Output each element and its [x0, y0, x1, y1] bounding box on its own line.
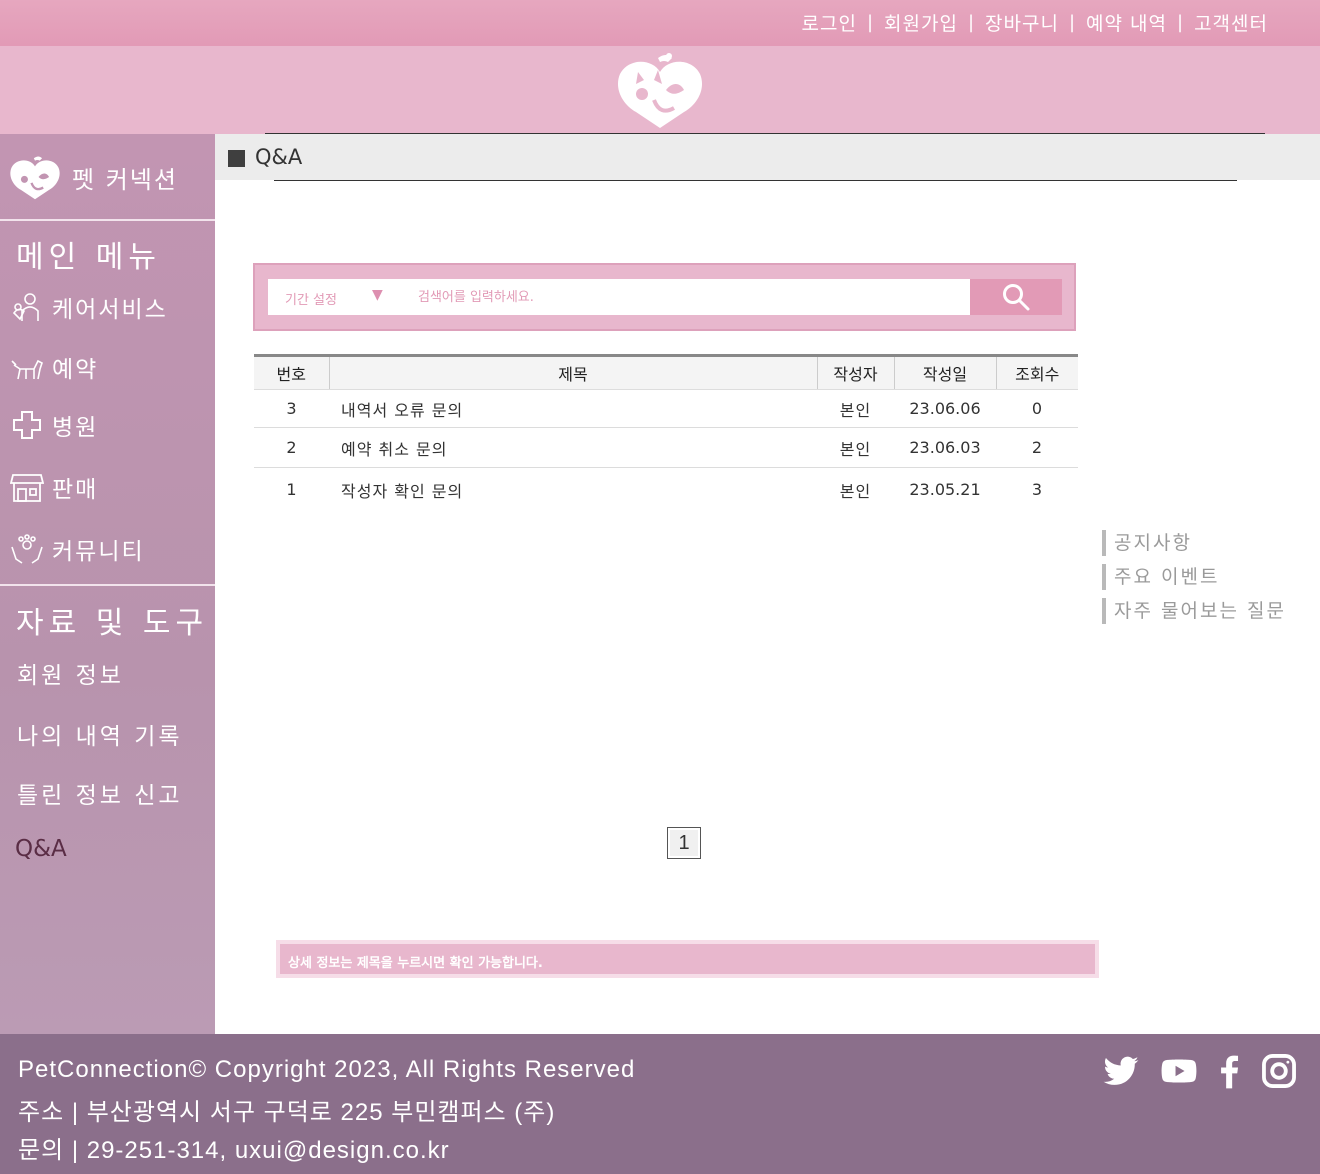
quick-link-notices[interactable]: 공지사항 [1102, 530, 1286, 556]
column-header: 작성일 [893, 354, 996, 390]
column-header: 제목 [328, 354, 817, 390]
row-views: 0 [996, 389, 1078, 428]
footer-contact: 문의 | 29-251-314, uxui@design.co.kr [18, 1137, 450, 1164]
column-header: 작성자 [816, 354, 894, 390]
title-divider [274, 180, 1237, 181]
sidebar-divider [0, 219, 215, 221]
page-title-strip: Q&A [215, 134, 1320, 180]
search-input[interactable] [418, 279, 958, 315]
chevron-down-icon[interactable]: ▼ [372, 287, 383, 303]
signup-link[interactable]: 회원가입 [884, 9, 958, 36]
sidebar-link-my-history[interactable]: 나의 내역 기록 [17, 717, 183, 751]
sidebar-link-report-error[interactable]: 틀린 정보 신고 [17, 776, 183, 810]
column-header: 조회수 [995, 354, 1078, 390]
table-row[interactable]: 1 작성자 확인 문의 본인 23.05.21 3 [254, 468, 1078, 512]
sidebar-brand[interactable]: 펫 커넥션 [8, 152, 178, 202]
separator: | [1177, 12, 1185, 33]
search-button[interactable] [970, 279, 1062, 315]
title-divider [265, 133, 1265, 134]
sidebar-item-reservation[interactable]: 예약 [10, 350, 98, 384]
period-select[interactable]: 기간 설정 [285, 289, 337, 308]
qna-table: 번호 제목 작성자 작성일 조회수 3 내역서 오류 문의 본인 23.06.0… [254, 354, 1078, 512]
row-number: 3 [254, 389, 329, 428]
row-writer: 본인 [817, 389, 894, 428]
cart-link[interactable]: 장바구니 [985, 9, 1059, 36]
footer-copyright: PetConnection© Copyright 2023, All Right… [18, 1056, 636, 1083]
table-row[interactable]: 2 예약 취소 문의 본인 23.06.03 2 [254, 427, 1078, 468]
row-title-link[interactable]: 내역서 오류 문의 [329, 389, 817, 428]
notice-text: 상세 정보는 제목을 누르시면 확인 가능합니다. [288, 956, 543, 971]
sidebar: 펫 커넥션 메인 메뉴 케어서비스 예약 병원 판매 커뮤니티 자료 및 도구 [0, 134, 215, 1034]
care-service-icon [12, 293, 39, 321]
row-title-link[interactable]: 작성자 확인 문의 [329, 468, 817, 512]
sidebar-divider [0, 584, 215, 586]
sidebar-item-hospital[interactable]: 병원 [10, 408, 98, 442]
sidebar-item-label: 병원 [52, 415, 99, 441]
title-square-icon [228, 150, 245, 167]
row-date: 23.06.03 [894, 427, 996, 468]
sidebar-item-label: 커뮤니티 [52, 539, 145, 565]
sidebar-item-label: 예약 [52, 357, 99, 383]
page-button-current[interactable]: 1 [667, 827, 701, 859]
row-number: 2 [254, 427, 329, 468]
table-row[interactable]: 3 내역서 오류 문의 본인 23.06.06 0 [254, 389, 1078, 428]
row-views: 2 [996, 427, 1078, 468]
facebook-icon[interactable] [1210, 1052, 1248, 1090]
row-writer: 본인 [817, 427, 894, 468]
community-hands-icon [11, 534, 43, 564]
row-date: 23.06.06 [894, 389, 996, 428]
sidebar-link-qna[interactable]: Q&A [15, 836, 67, 862]
sidebar-item-sales[interactable]: 판매 [10, 470, 98, 504]
table-header-row: 번호 제목 작성자 작성일 조회수 [254, 354, 1078, 390]
brand-name: 펫 커넥션 [72, 165, 178, 194]
footer-address: 주소 | 부산광역시 서구 구덕로 225 부민캠퍼스 (주) [18, 1099, 556, 1126]
row-number: 1 [286, 480, 297, 500]
login-link[interactable]: 로그인 [802, 9, 857, 36]
sidebar-item-label: 케어서비스 [52, 297, 168, 323]
tools-heading: 자료 및 도구 [16, 606, 209, 641]
quick-link-events[interactable]: 주요 이벤트 [1102, 564, 1286, 590]
sidebar-item-care-service[interactable]: 케어서비스 [10, 290, 168, 324]
page-title: Q&A [255, 145, 303, 169]
header-band [0, 46, 1320, 134]
quick-links: 공지사항 주요 이벤트 자주 물어보는 질문 [1102, 530, 1286, 632]
pet-connection-logo[interactable] [614, 50, 706, 130]
hospital-cross-icon [13, 411, 41, 439]
main-menu-heading: 메인 메뉴 [16, 240, 161, 275]
column-header: 번호 [254, 354, 329, 390]
youtube-icon[interactable] [1160, 1052, 1198, 1090]
search-bar: 기간 설정 ▼ [268, 279, 970, 315]
separator: | [866, 12, 875, 33]
separator: | [1068, 12, 1077, 33]
support-link[interactable]: 고객센터 [1194, 9, 1268, 36]
quick-link-faq[interactable]: 자주 물어보는 질문 [1102, 598, 1286, 624]
separator: | [967, 12, 976, 33]
reservations-link[interactable]: 예약 내역 [1086, 9, 1167, 36]
footer: PetConnection© Copyright 2023, All Right… [0, 1034, 1320, 1174]
twitter-icon[interactable] [1102, 1052, 1140, 1090]
brand-logo-icon [10, 156, 60, 200]
instagram-icon[interactable] [1260, 1052, 1298, 1090]
search-icon [1003, 284, 1030, 311]
top-bar: 로그인 | 회원가입 | 장바구니 | 예약 내역 | 고객센터 [0, 0, 1320, 46]
sidebar-link-member-info[interactable]: 회원 정보 [17, 656, 124, 690]
row-views: 3 [1031, 480, 1043, 500]
sidebar-item-label: 판매 [52, 477, 99, 503]
dog-icon [11, 359, 43, 380]
store-icon [10, 474, 44, 502]
top-links: 로그인 | 회원가입 | 장바구니 | 예약 내역 | 고객센터 [802, 9, 1269, 36]
row-date: 23.05.21 [909, 480, 981, 500]
search-panel: 기간 설정 ▼ [253, 263, 1076, 331]
row-title-link[interactable]: 예약 취소 문의 [329, 427, 817, 468]
row-writer: 본인 [839, 481, 872, 501]
sidebar-item-community[interactable]: 커뮤니티 [10, 532, 145, 566]
info-notice: 상세 정보는 제목을 누르시면 확인 가능합니다. [276, 940, 1099, 978]
